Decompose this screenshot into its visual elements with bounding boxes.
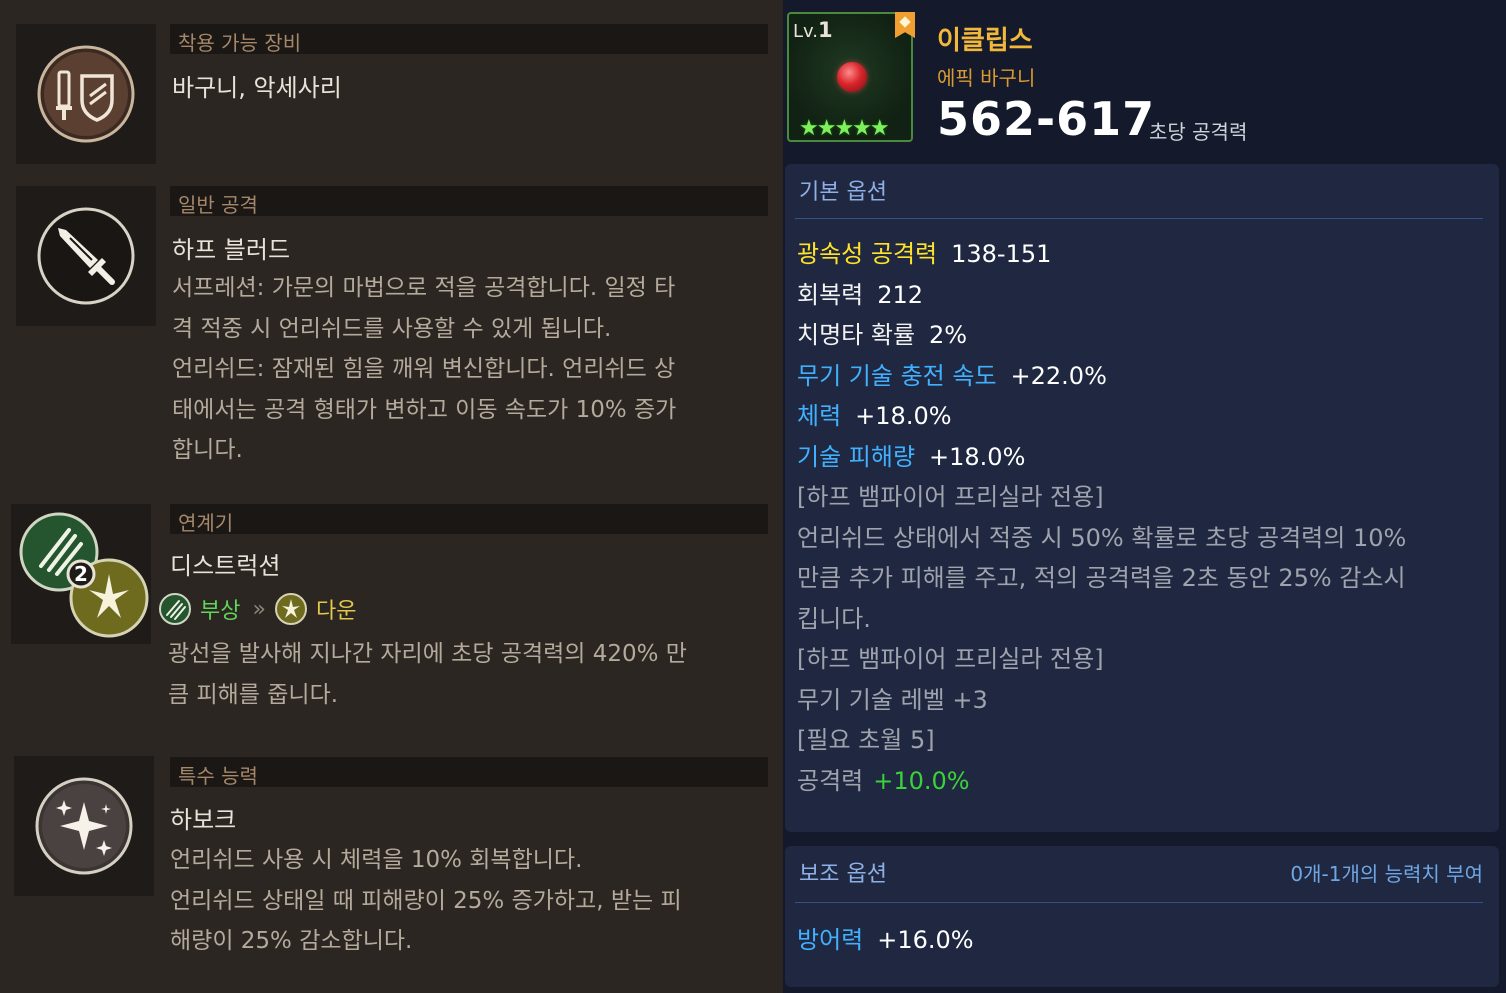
description-line: 광선을 발사해 지나간 자리에 초당 공격력의 420% 만 xyxy=(168,641,687,667)
stat-row: 방어력 +16.0% xyxy=(797,920,974,961)
equip-icon-box xyxy=(16,24,156,164)
option-note: 만큼 추가 피해를 주고, 적의 공격력을 2초 동안 25% 감소시 xyxy=(797,564,1406,592)
stat-name: 회복력 xyxy=(797,280,864,309)
item-level: Lv.1 xyxy=(793,18,833,42)
basic-options-list: 광속성 공격력 138-151 회복력 212 치명타 확률 2% 무기 기술 충전 … xyxy=(797,234,1406,801)
sword-icon xyxy=(37,207,135,305)
item-tooltip-panel: Lv.1 ★★★★★ 이클립스 에픽 바구니 562-617 초당 공격력 기본… xyxy=(783,0,1506,993)
basic-options-divider xyxy=(795,218,1483,219)
attack-section: 일반 공격 하프 블러드 서프레션: 가문의 마법으로 적을 공격합니다. 일정… xyxy=(0,170,783,490)
chain-condition-row: 부상 » 다운 xyxy=(158,590,368,628)
attack-header: 일반 공격 xyxy=(170,186,768,217)
description-line: 큼 피해를 줍니다. xyxy=(168,681,339,708)
equip-header: 착용 가능 장비 xyxy=(170,24,768,55)
chain-description: 광선을 발사해 지나간 자리에 초당 공격력의 420% 만 큼 피해를 줍니다… xyxy=(168,634,728,715)
description-line: 태에서는 공격 형태가 변하고 이동 속도가 10% 증가 xyxy=(172,396,677,423)
description-line: 서프레션: 가문의 마법으로 적을 공격합니다. 일정 타 xyxy=(172,275,676,301)
stat-value: +18.0% xyxy=(855,402,952,430)
star-rating: ★★★★★ xyxy=(799,116,890,141)
level-prefix: Lv. xyxy=(793,21,819,42)
stat-value: 212 xyxy=(877,280,924,309)
basic-options-header: 기본 옵션 xyxy=(799,180,887,205)
stat-name: 광속성 공격력 xyxy=(797,240,938,268)
sub-options-list: 방어력 +16.0% xyxy=(797,920,974,961)
sparkle-icon xyxy=(35,777,133,875)
item-type: 에픽 바구니 xyxy=(937,66,1036,90)
chain-header: 연계기 xyxy=(170,504,768,535)
stat-name: 체력 xyxy=(797,402,842,430)
chain-icon-box: 2 xyxy=(11,504,151,644)
option-note: [하프 뱀파이어 프리실라 전용] xyxy=(797,645,1104,673)
sub-options-header: 보조 옵션 xyxy=(799,862,887,887)
special-title: 하보크 xyxy=(170,806,237,834)
item-dps: 562-617 xyxy=(937,92,1156,146)
bonus-stat-name: 공격력 xyxy=(797,766,864,795)
chain-header-label: 연계기 xyxy=(178,511,234,535)
description-line: 언리쉬드: 잠재된 힘을 깨워 변신합니다. 언리쉬드 상 xyxy=(172,356,676,382)
special-description: 언리쉬드 사용 시 체력을 10% 회복합니다. 언리쉬드 상태일 때 피해량이… xyxy=(170,840,730,962)
chain-title: 디스트럭션 xyxy=(170,552,281,580)
down-label: 다운 xyxy=(315,599,357,624)
equip-title: 바구니, 악세사리 xyxy=(172,74,342,102)
attack-header-label: 일반 공격 xyxy=(178,193,258,217)
stat-row: 치명타 확률 2% xyxy=(797,315,1406,356)
stat-value: +16.0% xyxy=(877,926,974,954)
item-icon-frame[interactable]: Lv.1 ★★★★★ xyxy=(787,12,915,142)
stat-name: 기술 피해량 xyxy=(797,442,916,471)
stat-row: 광속성 공격력 138-151 xyxy=(797,234,1406,275)
claw-burst-chain-icon: 2 xyxy=(19,512,149,638)
option-note: 킵니다. xyxy=(797,604,871,633)
sub-options-box: 보조 옵션 0개-1개의 능력치 부여 방어력 +16.0% xyxy=(785,846,1499,987)
wound-label: 부상 xyxy=(200,599,241,624)
option-note: 무기 기술 레벨 +3 xyxy=(797,685,988,714)
sub-options-divider xyxy=(795,902,1483,903)
down-icon xyxy=(274,593,307,625)
stat-value: +18.0% xyxy=(929,442,1026,471)
description-line: 해량이 25% 감소합니다. xyxy=(170,928,413,954)
wound-icon xyxy=(159,593,191,625)
attack-title: 하프 블러드 xyxy=(172,236,291,264)
attack-description: 서프레션: 가문의 마법으로 적을 공격합니다. 일정 타 격 적중 시 언리쉬… xyxy=(172,268,732,471)
equip-header-label: 착용 가능 장비 xyxy=(178,31,302,55)
special-icon-box xyxy=(14,756,154,896)
stat-row: 체력 +18.0% xyxy=(797,396,1406,437)
option-note: [필요 초월 5] xyxy=(797,726,935,754)
sword-shield-icon xyxy=(37,45,135,143)
basic-options-box: 기본 옵션 광속성 공격력 138-151 회복력 212 치명타 확률 2% 무기 … xyxy=(785,164,1499,832)
bookmark-icon[interactable] xyxy=(895,12,915,38)
option-note: 언리쉬드 상태에서 적중 시 50% 확률로 초당 공격력의 10% xyxy=(797,523,1407,552)
special-header-label: 특수 능력 xyxy=(178,764,258,788)
stat-name: 치명타 확률 xyxy=(797,321,916,349)
attack-icon-box xyxy=(16,186,156,326)
skill-info-panel: 착용 가능 장비 바구니, 악세사리 일반 공격 하프 블러드 서프레션: 가문… xyxy=(0,0,783,993)
item-dps-label: 초당 공격력 xyxy=(1149,120,1248,144)
stat-value: +22.0% xyxy=(1010,361,1107,390)
bonus-stat-row: 공격력 +10.0% xyxy=(797,761,1406,802)
bonus-stat-value: +10.0% xyxy=(873,766,970,795)
option-note: [하프 뱀파이어 프리실라 전용] xyxy=(797,483,1104,511)
stat-name: 방어력 xyxy=(797,926,864,954)
stat-row: 회복력 212 xyxy=(797,275,1406,316)
description-line: 언리쉬드 사용 시 체력을 10% 회복합니다. xyxy=(170,847,583,873)
special-header: 특수 능력 xyxy=(170,757,768,788)
sub-options-note: 0개-1개의 능력치 부여 xyxy=(1290,862,1483,886)
description-line: 언리쉬드 상태일 때 피해량이 25% 증가하고, 받는 피 xyxy=(170,887,682,914)
stat-value: 138-151 xyxy=(951,240,1052,268)
level-value: 1 xyxy=(818,18,833,42)
svg-text:2: 2 xyxy=(74,562,88,586)
description-line: 격 적중 시 언리쉬드를 사용할 수 있게 됩니다. xyxy=(172,315,612,342)
stat-row: 무기 기술 충전 속도 +22.0% xyxy=(797,356,1406,397)
item-name: 이클립스 xyxy=(937,26,1033,56)
red-gem-icon xyxy=(837,62,867,92)
equip-section: 착용 가능 장비 바구니, 악세사리 xyxy=(0,0,783,170)
chain-arrow-icon: » xyxy=(252,596,266,622)
special-section: 특수 능력 하보크 언리쉬드 사용 시 체력을 10% 회복합니다. 언리쉬드 … xyxy=(0,730,783,993)
stat-row: 기술 피해량 +18.0% xyxy=(797,437,1406,478)
description-line: 합니다. xyxy=(172,437,243,463)
stat-value: 2% xyxy=(929,321,968,349)
stat-name: 무기 기술 충전 속도 xyxy=(797,361,997,390)
